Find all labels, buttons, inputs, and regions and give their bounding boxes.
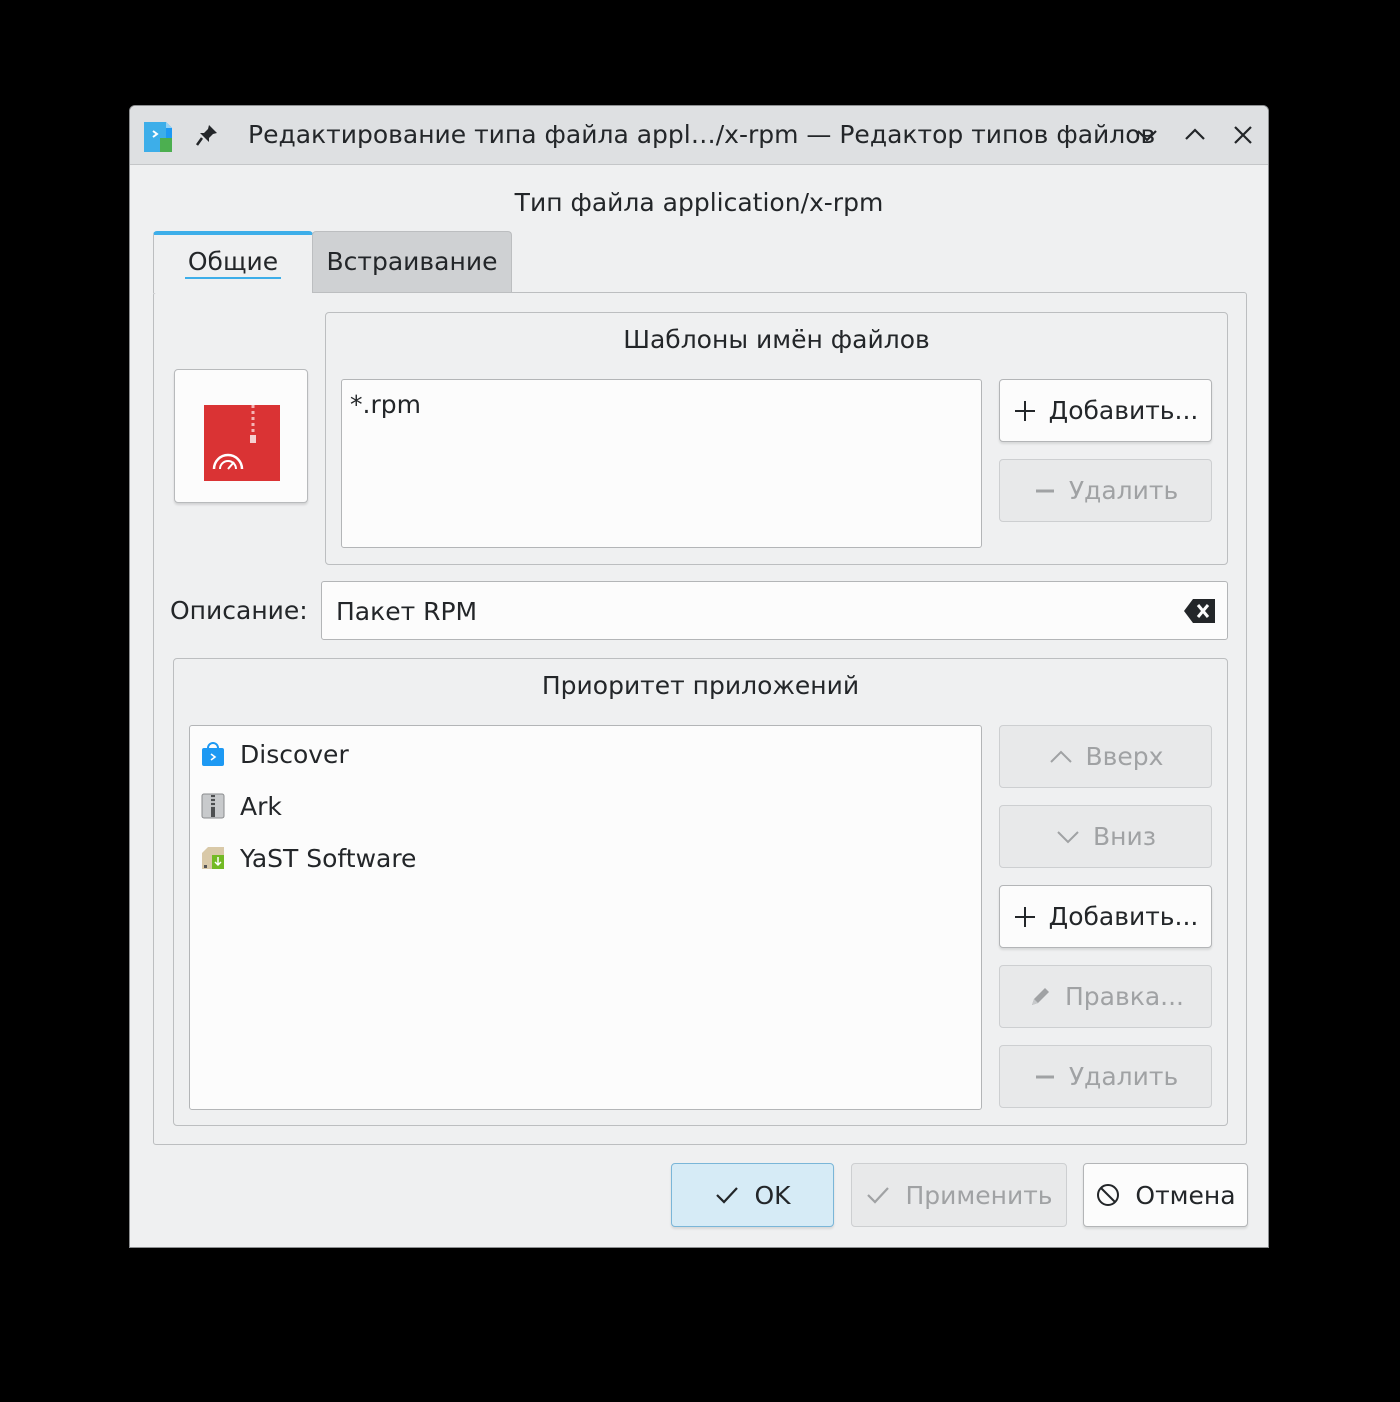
remove-app-button[interactable]: Удалить — [999, 1045, 1212, 1108]
tab-embedding[interactable]: Встраивание — [312, 231, 512, 293]
move-down-label: Вниз — [1092, 822, 1157, 851]
cancel-icon — [1097, 1184, 1120, 1206]
edit-app-button[interactable]: Правка... — [999, 965, 1212, 1028]
ok-label: OK — [754, 1180, 791, 1210]
checkmark-icon — [716, 1187, 739, 1204]
description-field[interactable] — [321, 581, 1228, 640]
app-name: Ark — [240, 791, 282, 821]
minimize-icon[interactable] — [1132, 120, 1162, 150]
move-up-label: Вверх — [1085, 742, 1164, 771]
plus-icon — [1014, 906, 1035, 927]
apply-label: Применить — [905, 1180, 1053, 1210]
plus-icon — [1014, 400, 1035, 421]
close-icon[interactable] — [1228, 120, 1258, 150]
file-type-editor-window: Редактирование типа файла appl…/x-rpm — … — [129, 105, 1269, 1248]
app-priority-list[interactable]: Discover Ark YaST Software — [189, 725, 982, 1110]
cancel-button[interactable]: Отмена — [1083, 1163, 1248, 1227]
patterns-list[interactable]: *.rpm — [341, 379, 982, 548]
list-item[interactable]: YaST Software — [200, 838, 416, 878]
pencil-icon — [1032, 987, 1049, 1005]
ark-icon — [201, 793, 225, 819]
file-type-icon-button[interactable] — [174, 369, 308, 503]
app-name: Discover — [240, 739, 349, 769]
list-item[interactable]: Discover — [200, 734, 349, 774]
remove-pattern-button[interactable]: Удалить — [999, 459, 1212, 522]
apply-button[interactable]: Применить — [851, 1163, 1067, 1227]
yast-software-icon — [202, 847, 224, 869]
tab-general[interactable]: Общие — [153, 231, 313, 293]
app-name: YaST Software — [240, 843, 417, 873]
description-input[interactable] — [334, 592, 1168, 630]
add-app-label: Добавить... — [1048, 902, 1199, 931]
app-priority-title: Приоритет приложений — [541, 671, 860, 700]
dialog-header: Тип файла application/x-rpm — [514, 188, 884, 217]
add-pattern-label: Добавить... — [1048, 396, 1199, 425]
discover-icon — [202, 742, 224, 766]
tab-general-label: Общие — [184, 247, 282, 279]
move-down-button[interactable]: Вниз — [999, 805, 1212, 868]
pattern-item[interactable]: *.rpm — [350, 388, 421, 422]
clear-text-icon[interactable] — [1183, 597, 1217, 625]
chevron-up-icon — [1049, 750, 1072, 763]
app-icon — [144, 122, 172, 152]
minus-icon — [1035, 1075, 1054, 1078]
title-bar[interactable]: Редактирование типа файла appl…/x-rpm — … — [130, 106, 1268, 165]
chevron-down-icon — [1057, 830, 1079, 843]
tab-embedding-label: Встраивание — [326, 247, 498, 276]
cancel-label: Отмена — [1135, 1180, 1236, 1210]
remove-app-label: Удалить — [1068, 1062, 1179, 1091]
minus-icon — [1035, 489, 1054, 492]
list-item[interactable]: Ark — [200, 786, 282, 826]
pin-icon[interactable] — [192, 120, 222, 150]
add-pattern-button[interactable]: Добавить... — [999, 379, 1212, 442]
filename-patterns-title: Шаблоны имён файлов — [623, 325, 930, 354]
rpm-package-icon — [204, 405, 280, 481]
description-label: Описание: — [170, 596, 308, 625]
edit-app-label: Правка... — [1065, 982, 1184, 1011]
ok-button[interactable]: OK — [671, 1163, 834, 1227]
remove-pattern-label: Удалить — [1068, 476, 1179, 505]
checkmark-icon — [867, 1187, 890, 1204]
move-up-button[interactable]: Вверх — [999, 725, 1212, 788]
window-title: Редактирование типа файла appl…/x-rpm — … — [248, 120, 1156, 149]
add-app-button[interactable]: Добавить... — [999, 885, 1212, 948]
maximize-icon[interactable] — [1180, 120, 1210, 150]
